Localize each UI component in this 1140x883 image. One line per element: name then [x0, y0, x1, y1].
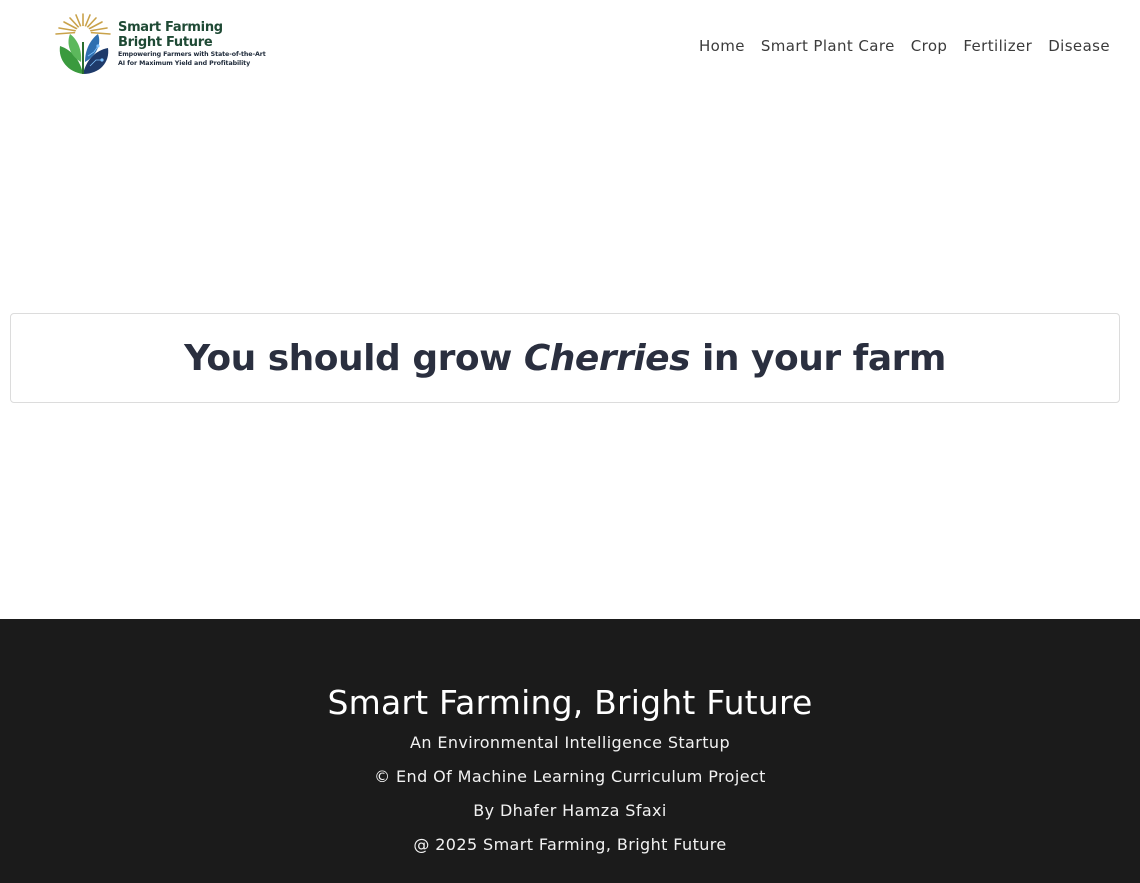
brand-title-line2: Bright Future: [118, 35, 213, 50]
nav-crop-link[interactable]: Crop: [911, 36, 948, 56]
nav-home-link[interactable]: Home: [699, 36, 745, 56]
result-prefix: You should grow: [184, 337, 524, 379]
crop-recommendation: You should grow Cherries in your farm: [184, 338, 946, 379]
site-footer: Smart Farming, Bright Future An Environm…: [0, 619, 1140, 883]
nav-fertilizer-link[interactable]: Fertilizer: [963, 36, 1032, 56]
brand-tagline-line2: AI for Maximum Yield and Profitability: [118, 60, 251, 67]
result-card: You should grow Cherries in your farm: [10, 313, 1120, 403]
main-nav: Home Smart Plant Care Crop Fertilizer Di…: [683, 36, 1110, 56]
brand-title-line1: Smart Farming: [118, 20, 223, 35]
footer-copyright: @ 2025 Smart Farming, Bright Future: [413, 835, 727, 854]
nav-smart-plant-care-link[interactable]: Smart Plant Care: [761, 36, 895, 56]
brand-tagline-line1: Empowering Farmers with State-of-the-Art: [118, 51, 266, 58]
footer-project: © End Of Machine Learning Curriculum Pro…: [374, 767, 766, 786]
recommended-crop: Cherries: [523, 337, 691, 379]
nav-disease-link[interactable]: Disease: [1048, 36, 1110, 56]
brand-text: Smart Farming Bright Future Empowering F…: [118, 20, 283, 68]
result-suffix: in your farm: [690, 337, 946, 379]
plant-sun-icon: [55, 13, 111, 76]
site-header: Smart Farming Bright Future Empowering F…: [0, 0, 1140, 92]
footer-subtitle: An Environmental Intelligence Startup: [409, 733, 731, 752]
brand-logo[interactable]: Smart Farming Bright Future Empowering F…: [50, 12, 280, 78]
footer-author: By Dhafer Hamza Sfaxi: [473, 801, 667, 820]
footer-title: Smart Farming, Bright Future: [327, 683, 813, 722]
